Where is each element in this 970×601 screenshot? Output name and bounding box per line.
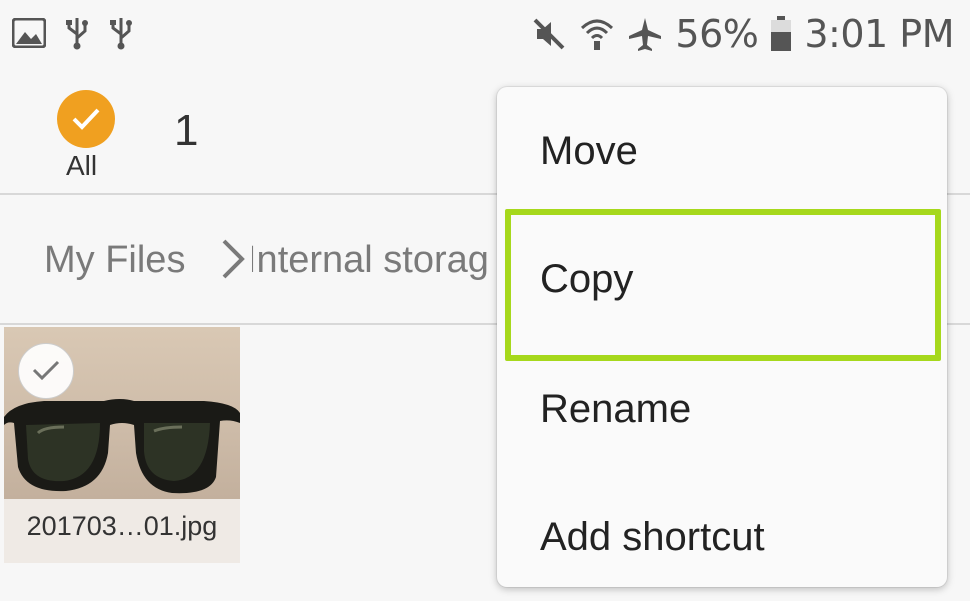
select-all-checkbox[interactable]: [57, 90, 115, 148]
context-menu: Move Copy Rename Add shortcut: [497, 87, 947, 587]
selected-count: 1: [174, 106, 199, 155]
wifi-icon: [579, 16, 615, 52]
menu-item-copy[interactable]: Copy: [497, 215, 947, 343]
menu-item-label: Add shortcut: [540, 515, 765, 559]
menu-item-rename[interactable]: Rename: [497, 345, 947, 473]
breadcrumb-current[interactable]: Internal storag: [252, 239, 498, 282]
menu-item-label: Copy: [540, 257, 634, 301]
file-name: 201703…01.jpg: [26, 511, 218, 541]
menu-item-label: Rename: [540, 387, 692, 431]
status-bar: 56% 3:01 PM: [0, 0, 970, 72]
battery-percent: 56%: [675, 12, 759, 56]
file-tile[interactable]: 201703…01.jpg: [4, 327, 240, 563]
menu-item-move[interactable]: Move: [497, 87, 947, 215]
usb-icon: [108, 16, 134, 50]
airplane-icon: [627, 16, 663, 52]
usb-icon: [64, 16, 90, 50]
select-all-label: All: [66, 150, 98, 181]
tile-checkbox[interactable]: [18, 343, 74, 399]
gallery-icon: [12, 18, 46, 48]
breadcrumb-root[interactable]: My Files: [44, 239, 185, 282]
battery-icon: [770, 16, 792, 52]
chevron-right-icon: [218, 237, 248, 286]
mute-icon: [531, 16, 567, 52]
menu-item-add-shortcut[interactable]: Add shortcut: [497, 473, 947, 601]
menu-item-label: Move: [540, 129, 638, 173]
clock: 3:01 PM: [804, 12, 954, 56]
check-icon: [72, 108, 100, 130]
check-icon: [32, 360, 60, 381]
